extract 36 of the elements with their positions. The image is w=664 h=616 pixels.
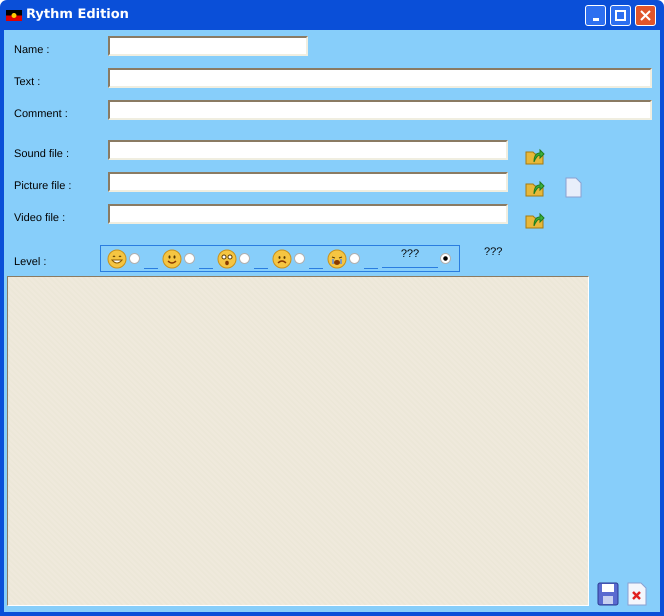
- level-radio[interactable]: [129, 253, 140, 264]
- close-icon: [640, 10, 651, 20]
- input-field[interactable]: [108, 140, 508, 160]
- laughing-face-icon: [107, 248, 127, 268]
- field-label: Level :: [14, 254, 48, 270]
- surprised-face-icon: [217, 248, 237, 268]
- field-label: Name :: [14, 43, 50, 58]
- save-icon[interactable]: [597, 582, 619, 606]
- level-radio[interactable]: [440, 253, 451, 264]
- minimize-icon: [592, 18, 598, 20]
- field-label: Text :: [14, 75, 42, 90]
- input-field[interactable]: [108, 36, 308, 56]
- level-radio[interactable]: [239, 253, 250, 264]
- delete-file-icon[interactable]: [627, 582, 647, 606]
- level-option-text: ???: [382, 246, 438, 268]
- crying-face-icon: [327, 248, 347, 268]
- level-radio[interactable]: [349, 253, 360, 264]
- smiling-face-icon: [162, 248, 182, 268]
- input-field[interactable]: [108, 68, 652, 88]
- maximize-icon: [615, 10, 626, 20]
- window-title: Rythm Edition: [26, 6, 129, 24]
- input-field[interactable]: [108, 204, 508, 224]
- field-label: Video file :: [14, 211, 66, 226]
- flag-icon: [6, 10, 22, 20]
- level-radio[interactable]: [294, 253, 305, 264]
- field-label: Sound file :: [14, 147, 70, 162]
- level-radio[interactable]: [184, 253, 195, 264]
- maximize-button[interactable]: [610, 4, 631, 26]
- field-label: Comment :: [14, 107, 69, 122]
- input-field[interactable]: [108, 172, 508, 192]
- sad-face-icon: [272, 248, 292, 268]
- close-button[interactable]: [635, 4, 656, 26]
- level-value: ???: [484, 245, 502, 260]
- field-label: Picture file :: [14, 179, 72, 194]
- input-field[interactable]: [108, 100, 652, 120]
- minimize-button[interactable]: [585, 4, 606, 26]
